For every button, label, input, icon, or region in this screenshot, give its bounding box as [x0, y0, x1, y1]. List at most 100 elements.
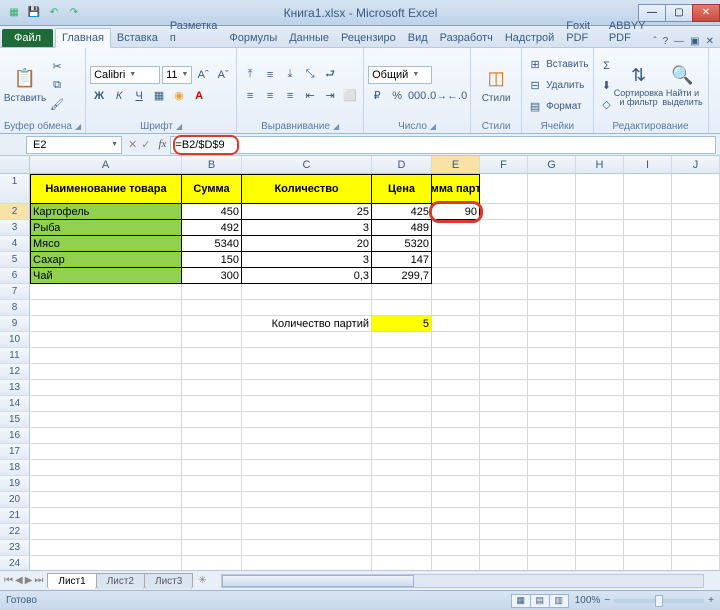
cell[interactable] [432, 316, 480, 332]
cell[interactable] [432, 236, 480, 252]
merge-icon[interactable]: ⬜ [341, 87, 359, 105]
cell[interactable] [30, 460, 182, 476]
comma-icon[interactable]: 000 [408, 87, 426, 105]
cell[interactable] [242, 476, 372, 492]
cell[interactable] [576, 492, 624, 508]
cell[interactable] [528, 364, 576, 380]
cell[interactable] [672, 316, 720, 332]
row-header[interactable]: 12 [0, 364, 30, 380]
cell[interactable] [528, 524, 576, 540]
number-format-combo[interactable]: Общий▼ [368, 66, 432, 84]
find-select-button[interactable]: 🔍 Найти и выделить [662, 50, 704, 120]
cell[interactable] [480, 380, 528, 396]
cell[interactable] [576, 524, 624, 540]
cell[interactable] [480, 332, 528, 348]
cell[interactable] [528, 204, 576, 220]
zoom-slider[interactable] [614, 599, 704, 603]
cell[interactable]: Мясо [30, 236, 182, 252]
row-header[interactable]: 24 [0, 556, 30, 570]
cell[interactable] [30, 316, 182, 332]
cell[interactable] [432, 524, 480, 540]
cell[interactable] [372, 332, 432, 348]
cell[interactable] [432, 220, 480, 236]
formula-input[interactable]: =B2/$D$9 [170, 136, 716, 154]
cell[interactable] [528, 380, 576, 396]
window-controls-icon[interactable]: — [674, 36, 684, 47]
page-break-view-icon[interactable]: ▥ [549, 594, 569, 608]
cell[interactable] [576, 348, 624, 364]
cell[interactable] [372, 284, 432, 300]
cell[interactable] [624, 412, 672, 428]
fill-color-icon[interactable]: ◉ [170, 87, 188, 105]
cell[interactable] [432, 300, 480, 316]
cell[interactable] [182, 492, 242, 508]
zoom-out-icon[interactable]: − [604, 595, 610, 606]
cell[interactable] [432, 348, 480, 364]
wrap-text-icon[interactable]: ⮐ [321, 66, 339, 84]
styles-button[interactable]: ◫ Стили [475, 50, 517, 120]
next-sheet-icon[interactable]: ▶ [25, 575, 33, 586]
cell[interactable] [480, 412, 528, 428]
cell[interactable] [576, 300, 624, 316]
cell[interactable] [672, 332, 720, 348]
cell[interactable] [576, 316, 624, 332]
cell[interactable] [432, 476, 480, 492]
cell[interactable] [480, 508, 528, 524]
cell[interactable] [30, 412, 182, 428]
cell[interactable] [182, 524, 242, 540]
cell[interactable] [480, 284, 528, 300]
close-workbook-icon[interactable]: ✕ [706, 36, 714, 47]
align-center-icon[interactable]: ≡ [261, 87, 279, 105]
cell[interactable] [672, 236, 720, 252]
row-header[interactable]: 22 [0, 524, 30, 540]
cell[interactable] [624, 300, 672, 316]
cell[interactable] [242, 348, 372, 364]
cell[interactable] [480, 174, 528, 204]
cell[interactable] [480, 364, 528, 380]
row-header[interactable]: 10 [0, 332, 30, 348]
cell[interactable] [672, 364, 720, 380]
font-name-combo[interactable]: Calibri▼ [90, 66, 160, 84]
cell[interactable] [528, 556, 576, 570]
dialog-launcher-icon[interactable]: ◢ [333, 122, 339, 131]
cell[interactable] [372, 476, 432, 492]
decrease-decimal-icon[interactable]: ←.0 [448, 87, 466, 105]
row-header[interactable]: 2 [0, 204, 30, 220]
tab-layout[interactable]: Разметка п [164, 17, 224, 47]
cell[interactable] [672, 380, 720, 396]
help-icon[interactable]: ? [663, 36, 669, 47]
cell[interactable] [372, 508, 432, 524]
percent-icon[interactable]: % [388, 87, 406, 105]
cell[interactable] [432, 428, 480, 444]
cell[interactable] [182, 332, 242, 348]
cell[interactable] [30, 348, 182, 364]
cell[interactable] [182, 460, 242, 476]
cell[interactable] [672, 524, 720, 540]
cell[interactable] [432, 412, 480, 428]
row-header[interactable]: 3 [0, 220, 30, 236]
orientation-icon[interactable]: ⤡ [301, 66, 319, 84]
tab-file[interactable]: Файл [2, 29, 53, 47]
cell[interactable] [624, 316, 672, 332]
cell[interactable] [576, 508, 624, 524]
cell[interactable] [576, 412, 624, 428]
dialog-launcher-icon[interactable]: ◢ [176, 122, 182, 131]
cell[interactable]: 450 [182, 204, 242, 220]
cell[interactable] [242, 460, 372, 476]
increase-decimal-icon[interactable]: .0→ [428, 87, 446, 105]
cell[interactable] [480, 460, 528, 476]
cell[interactable] [242, 540, 372, 556]
cell[interactable]: Цена [372, 174, 432, 204]
cell[interactable] [372, 428, 432, 444]
cell[interactable] [624, 348, 672, 364]
cell[interactable] [672, 412, 720, 428]
cell[interactable] [30, 332, 182, 348]
cell[interactable] [672, 540, 720, 556]
clear-icon[interactable]: ◇ [598, 95, 616, 113]
cell[interactable] [576, 556, 624, 570]
cell[interactable] [432, 380, 480, 396]
cell[interactable] [576, 380, 624, 396]
cell[interactable] [576, 268, 624, 284]
first-sheet-icon[interactable]: ⏮ [4, 575, 13, 586]
cell[interactable]: Рыба [30, 220, 182, 236]
